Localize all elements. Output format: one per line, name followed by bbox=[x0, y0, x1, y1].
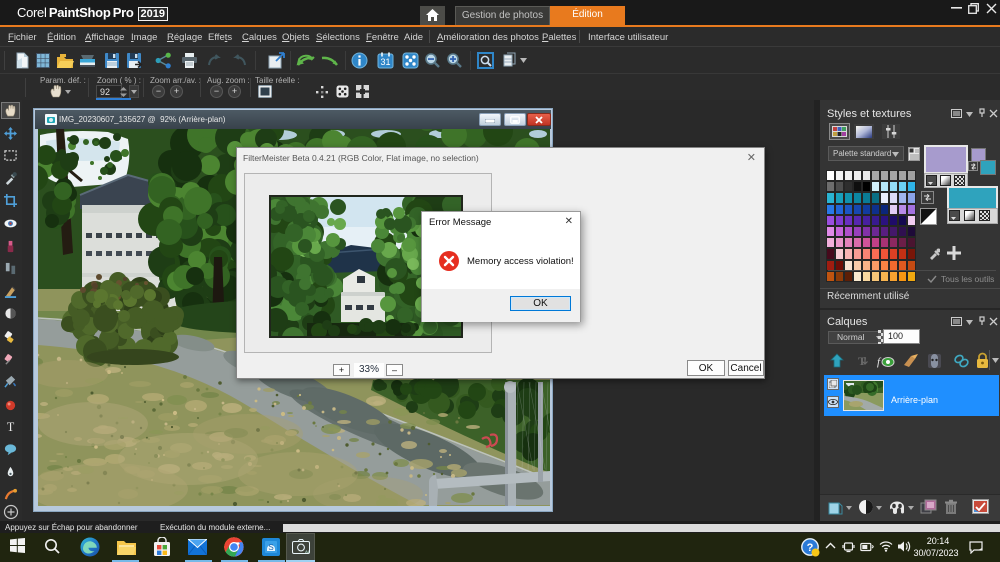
svg-text:T: T bbox=[7, 420, 15, 433]
svg-text:S: S bbox=[268, 543, 273, 552]
svg-text:31: 31 bbox=[380, 57, 390, 67]
svg-text:f: f bbox=[877, 356, 882, 368]
svg-text:AI: AI bbox=[305, 549, 309, 554]
